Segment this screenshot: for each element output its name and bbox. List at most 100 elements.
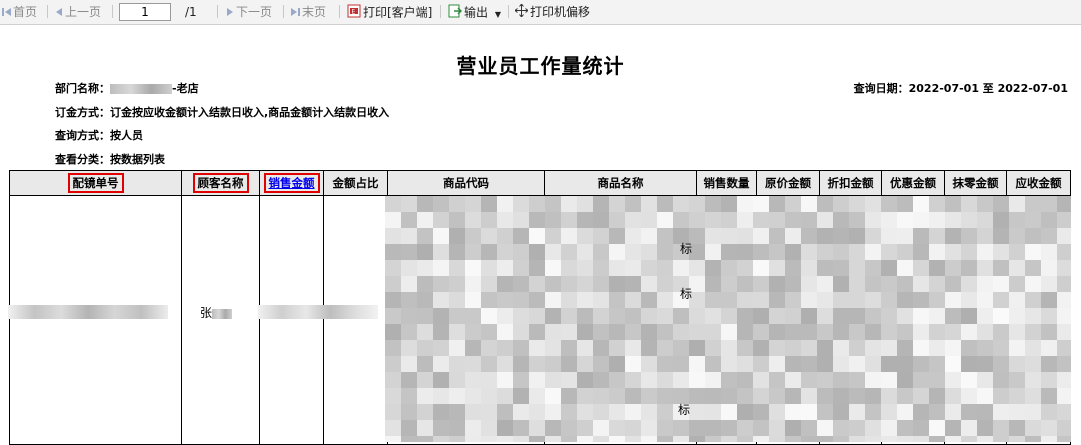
mosaic-block — [753, 324, 769, 340]
mosaic-block — [433, 212, 449, 228]
mosaic-block — [481, 244, 497, 260]
mosaic-block — [881, 308, 897, 324]
mosaic-block — [737, 292, 753, 308]
mosaic-block — [833, 356, 849, 372]
mosaic-block — [913, 372, 929, 388]
first-page-icon — [2, 5, 11, 21]
mosaic-block — [577, 292, 593, 308]
column-header-rounding-amount[interactable]: 抹零金额 — [944, 170, 1007, 196]
column-header-receivable-amount[interactable]: 应收金额 — [1006, 170, 1071, 196]
mosaic-block — [529, 356, 545, 372]
mosaic-block — [801, 228, 817, 244]
mosaic-block — [929, 196, 945, 212]
mosaic-block — [465, 228, 481, 244]
mosaic-block — [577, 276, 593, 292]
mosaic-block — [849, 356, 865, 372]
mosaic-block — [673, 356, 689, 372]
printer-offset-button[interactable]: 打印机偏移 — [514, 3, 590, 20]
mosaic-block — [657, 292, 673, 308]
mosaic-block — [401, 356, 417, 372]
mosaic-block — [1057, 404, 1071, 420]
mosaic-block — [1041, 212, 1057, 228]
mosaic-block — [961, 292, 977, 308]
mosaic-block — [1009, 404, 1025, 420]
mosaic-block — [929, 404, 945, 420]
mosaic-block — [465, 420, 481, 436]
mosaic-block — [529, 292, 545, 308]
mosaic-block — [545, 340, 561, 356]
column-header-sales-amount[interactable]: 销售金额 — [259, 170, 324, 196]
mosaic-block — [801, 212, 817, 228]
mosaic-block — [593, 324, 609, 340]
column-header-order-no[interactable]: 配镜单号 — [9, 170, 182, 196]
mosaic-block — [497, 388, 513, 404]
mosaic-block — [401, 324, 417, 340]
mosaic-block — [449, 388, 465, 404]
page-number-input[interactable] — [119, 3, 171, 21]
mosaic-block — [705, 340, 721, 356]
mosaic-block — [817, 388, 833, 404]
query-method-label: 查询方式： — [55, 129, 110, 142]
department-suffix: -老店 — [172, 82, 199, 95]
mosaic-block — [1057, 340, 1071, 356]
mosaic-block — [481, 324, 497, 340]
mosaic-block — [433, 244, 449, 260]
mosaic-block — [993, 340, 1009, 356]
mosaic-block — [657, 436, 673, 442]
column-header-sales-qty[interactable]: 销售数量 — [696, 170, 757, 196]
mosaic-block — [625, 260, 641, 276]
mosaic-block — [529, 388, 545, 404]
mosaic-block — [721, 356, 737, 372]
column-header-original-amount[interactable]: 原价金额 — [756, 170, 820, 196]
mosaic-block — [1041, 276, 1057, 292]
first-page-button[interactable]: 首页 — [2, 4, 37, 20]
mosaic-block — [817, 196, 833, 212]
mosaic-block — [609, 228, 625, 244]
column-header-amount-ratio[interactable]: 金额占比 — [323, 170, 388, 196]
mosaic-block — [529, 228, 545, 244]
mosaic-block — [449, 260, 465, 276]
mosaic-block — [913, 196, 929, 212]
export-menu-button[interactable]: 输出 ▼ — [448, 4, 501, 20]
mosaic-block — [833, 388, 849, 404]
mosaic-block — [673, 196, 689, 212]
mosaic-block — [977, 404, 993, 420]
column-header-promo-amount[interactable]: 优惠金额 — [881, 170, 945, 196]
mosaic-block — [993, 244, 1009, 260]
mosaic-block — [785, 436, 801, 442]
column-header-product-name[interactable]: 商品名称 — [544, 170, 697, 196]
mosaic-block — [1057, 308, 1071, 324]
mosaic-block — [977, 244, 993, 260]
mosaic-block — [753, 292, 769, 308]
mosaic-block — [769, 436, 785, 442]
mosaic-block — [705, 276, 721, 292]
mosaic-block — [449, 324, 465, 340]
mosaic-block — [961, 388, 977, 404]
mosaic-block — [449, 308, 465, 324]
mosaic-block — [865, 212, 881, 228]
column-header-customer-name[interactable]: 顾客名称 — [181, 170, 260, 196]
column-header-discount-amount[interactable]: 折扣金额 — [819, 170, 882, 196]
mosaic-block — [497, 260, 513, 276]
mosaic-block — [721, 340, 737, 356]
mosaic-block — [593, 436, 609, 442]
mosaic-block — [977, 276, 993, 292]
mosaic-block — [753, 404, 769, 420]
mosaic-block — [449, 420, 465, 436]
mosaic-block — [657, 388, 673, 404]
last-page-button[interactable]: 末页 — [291, 4, 326, 20]
print-client-button[interactable]: E 打印[客户端] — [347, 4, 432, 20]
mosaic-block — [705, 196, 721, 212]
mosaic-block — [401, 244, 417, 260]
next-page-button[interactable]: 下一页 — [226, 4, 272, 20]
toolbar-divider — [283, 5, 284, 18]
prev-page-button[interactable]: 上一页 — [55, 4, 101, 20]
mosaic-block — [401, 228, 417, 244]
column-header-product-code[interactable]: 商品代码 — [387, 170, 545, 196]
mosaic-block — [753, 212, 769, 228]
mosaic-block — [945, 196, 961, 212]
mosaic-block — [961, 260, 977, 276]
mosaic-block — [737, 212, 753, 228]
mosaic-block — [465, 436, 481, 442]
mosaic-block — [417, 228, 433, 244]
